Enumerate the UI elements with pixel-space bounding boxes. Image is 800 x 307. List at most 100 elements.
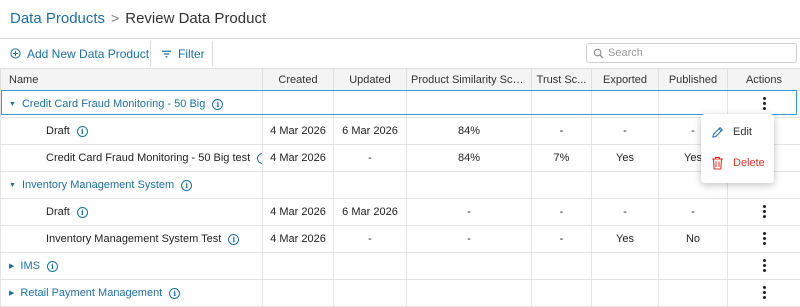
created-cell: 4 Mar 2026 (263, 118, 334, 145)
group-name[interactable]: Retail Payment Management (20, 287, 162, 299)
created-cell (263, 280, 334, 307)
caret-down-icon[interactable]: ▼ (9, 101, 16, 108)
caret-right-icon[interactable]: ▶ (9, 289, 14, 297)
updated-cell (334, 172, 407, 199)
updated-cell: 6 Mar 2026 (334, 199, 407, 226)
name-cell: ▶ Retail Payment Management i (1, 280, 263, 307)
created-cell (263, 172, 334, 199)
group-name[interactable]: Inventory Management System (22, 179, 174, 191)
group-name[interactable]: Credit Card Fraud Monitoring - 50 Big (22, 98, 205, 110)
updated-cell: - (334, 145, 407, 172)
updated-cell (334, 280, 407, 307)
name-cell: Credit Card Fraud Monitoring - 50 Big te… (1, 145, 263, 172)
breadcrumb: Data Products > Review Data Product (0, 0, 800, 36)
published-cell: - (659, 199, 728, 226)
version-name: Inventory Management System Test (46, 233, 221, 245)
exported-cell (592, 91, 659, 118)
table-row-group[interactable]: ▶ IMS i (1, 253, 800, 280)
breadcrumb-data-products-link[interactable]: Data Products (10, 10, 105, 27)
caret-right-icon[interactable]: ▶ (9, 262, 14, 270)
table-row-group[interactable]: ▼ Inventory Management System i (1, 172, 800, 199)
pencil-icon (711, 126, 724, 139)
similarity-cell (407, 280, 532, 307)
published-cell (659, 280, 728, 307)
kebab-menu-icon[interactable] (759, 232, 769, 246)
trust-cell: 7% (532, 145, 592, 172)
similarity-cell: - (407, 199, 532, 226)
actions-cell (728, 253, 800, 280)
table-row-group[interactable]: ▼ Credit Card Fraud Monitoring - 50 Big i (1, 91, 800, 118)
kebab-menu-icon[interactable] (759, 259, 769, 273)
column-header-created[interactable]: Created (263, 69, 334, 91)
actions-cell (728, 199, 800, 226)
version-name: Draft (46, 125, 70, 137)
toolbar-divider (212, 41, 213, 66)
trash-icon (711, 156, 724, 170)
actions-cell (728, 280, 800, 307)
column-header-exported[interactable]: Exported (592, 69, 659, 91)
trust-cell (532, 280, 592, 307)
name-cell: ▶ IMS i (1, 253, 263, 280)
info-icon[interactable]: i (228, 234, 239, 245)
info-icon[interactable]: i (181, 180, 192, 191)
exported-cell: - (592, 199, 659, 226)
exported-cell (592, 172, 659, 199)
info-icon[interactable]: i (77, 126, 88, 137)
name-cell: Drafti (1, 118, 263, 145)
table-row[interactable]: Inventory Management System Testi 4 Mar … (1, 226, 800, 253)
table-row[interactable]: Credit Card Fraud Monitoring - 50 Big te… (1, 145, 800, 172)
edit-label: Edit (733, 126, 752, 138)
add-circle-icon (10, 48, 21, 59)
trust-cell (532, 91, 592, 118)
similarity-cell: 84% (407, 118, 532, 145)
filter-button[interactable]: Filter (161, 39, 205, 68)
delete-menu-item[interactable]: Delete (701, 148, 774, 178)
trust-cell: - (532, 226, 592, 253)
table-row[interactable]: Drafti 4 Mar 2026 6 Mar 2026 84% - - - (1, 118, 800, 145)
kebab-menu-icon[interactable] (759, 286, 769, 300)
published-cell (659, 253, 728, 280)
similarity-cell: - (407, 226, 532, 253)
info-icon[interactable]: i (47, 261, 58, 272)
group-name[interactable]: IMS (20, 260, 40, 272)
table-row-group[interactable]: ▶ Retail Payment Management i (1, 280, 800, 307)
name-cell: Inventory Management System Test i (1, 226, 263, 253)
exported-cell (592, 280, 659, 307)
created-cell: 4 Mar 2026 (263, 199, 334, 226)
column-header-published[interactable]: Published (659, 69, 728, 91)
trust-cell: - (532, 199, 592, 226)
table-row[interactable]: Drafti 4 Mar 2026 6 Mar 2026 - - - - (1, 199, 800, 226)
similarity-cell (407, 253, 532, 280)
info-icon[interactable]: i (257, 153, 262, 164)
data-products-table: Name Created Updated Product Similarity … (0, 68, 800, 307)
add-data-product-label: Add New Data Product (27, 47, 149, 61)
search-input[interactable] (608, 47, 788, 59)
column-header-name[interactable]: Name (1, 69, 263, 91)
exported-cell (592, 253, 659, 280)
add-data-product-button[interactable]: Add New Data Product (10, 39, 149, 68)
info-icon[interactable]: i (169, 288, 180, 299)
column-header-updated[interactable]: Updated (334, 69, 407, 91)
updated-cell: 6 Mar 2026 (334, 118, 407, 145)
updated-cell (334, 253, 407, 280)
edit-menu-item[interactable]: Edit (701, 117, 774, 147)
search-box[interactable] (586, 43, 797, 63)
caret-down-icon[interactable]: ▼ (9, 182, 16, 189)
exported-cell: - (592, 118, 659, 145)
info-icon[interactable]: i (212, 99, 223, 110)
kebab-menu-icon[interactable] (759, 97, 769, 111)
column-header-trust[interactable]: Trust Sc... (532, 69, 592, 91)
created-cell (263, 253, 334, 280)
actions-cell (728, 226, 800, 253)
row-actions-menu: Edit Delete (701, 114, 774, 183)
info-icon[interactable]: i (77, 207, 88, 218)
version-name: Draft (46, 206, 70, 218)
name-cell: ▼ Inventory Management System i (1, 172, 263, 199)
updated-cell: - (334, 226, 407, 253)
kebab-menu-icon[interactable] (759, 205, 769, 219)
similarity-cell: 84% (407, 145, 532, 172)
updated-cell (334, 91, 407, 118)
version-name: Credit Card Fraud Monitoring - 50 Big te… (46, 152, 250, 164)
similarity-cell (407, 172, 532, 199)
column-header-similarity[interactable]: Product Similarity Score (407, 69, 532, 91)
